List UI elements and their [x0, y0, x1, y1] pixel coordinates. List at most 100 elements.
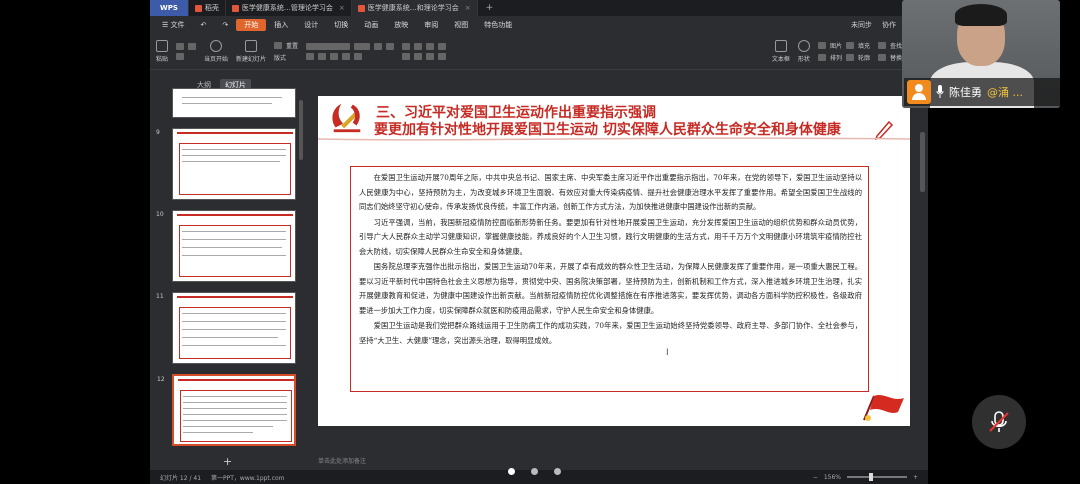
paragraph-group [402, 42, 447, 60]
menu-transition[interactable]: 切换 [326, 20, 356, 30]
picture-button[interactable]: 图片 [830, 41, 842, 50]
menu-features[interactable]: 特色功能 [476, 20, 520, 30]
zoom-slider[interactable] [846, 473, 907, 481]
shape-button[interactable]: 形状 [797, 39, 810, 63]
ribbon-toolbar: 粘贴 当页开始 新建幻灯片 重置 版式 文本框 形状 图片 填充 排列 轮廓 查找 … [150, 33, 928, 70]
align-right-icon[interactable] [426, 52, 435, 60]
notes-placeholder[interactable]: 单击此处添加备注 [318, 456, 366, 465]
tab-wps-home[interactable]: WPS [150, 0, 189, 16]
menu-slideshow[interactable]: 放映 [386, 20, 416, 30]
grow-font-icon[interactable] [374, 42, 383, 50]
new-slide-button[interactable]: 新建幻灯片 [236, 39, 266, 63]
font-size-select[interactable] [354, 42, 371, 50]
muted-microphone-icon [989, 411, 1009, 432]
fill-button[interactable]: 填充 [858, 41, 870, 50]
editing-group: 查找 替换 [877, 41, 902, 62]
close-icon[interactable]: × [465, 4, 471, 12]
zoom-in-icon[interactable]: + [913, 474, 918, 481]
undo-icon[interactable]: ↶ [193, 21, 215, 29]
zoom-slider-thumb[interactable] [869, 473, 874, 481]
menu-insert[interactable]: 插入 [266, 20, 296, 30]
tab-docer[interactable]: 稻壳 [189, 0, 226, 16]
drawing-group: 图片 填充 排列 轮廓 [817, 41, 870, 62]
replace-icon [877, 53, 886, 61]
format-painter-icon[interactable] [176, 52, 185, 60]
sync-status[interactable]: 未同步 [851, 20, 872, 30]
italic-icon[interactable] [318, 52, 327, 60]
slide-scrollbar[interactable] [920, 92, 926, 452]
justify-icon[interactable] [438, 52, 447, 60]
clipboard-group [176, 42, 197, 60]
strikethrough-icon[interactable] [342, 52, 351, 60]
menu-view[interactable]: 视图 [446, 20, 476, 30]
page-dot[interactable] [531, 468, 538, 475]
replace-button[interactable]: 替换 [890, 53, 902, 62]
slide-text-box[interactable]: 在爱国卫生运动开展70周年之际，中共中央总书记、国家主席、中央军委主席习近平作出… [350, 166, 869, 392]
new-tab-plus-icon[interactable]: + [478, 3, 502, 13]
presenter-hair [955, 4, 1007, 26]
paste-icon [156, 39, 168, 52]
page-dot[interactable] [554, 468, 561, 475]
menu-home[interactable]: 开始 [236, 18, 267, 31]
page-dot[interactable] [508, 468, 515, 475]
line-spacing-icon[interactable] [438, 42, 447, 50]
bullets-icon[interactable] [402, 42, 411, 50]
red-flag-decoration-icon [863, 395, 904, 421]
outline-button[interactable]: 轮廓 [858, 53, 870, 62]
indent-icon[interactable] [426, 42, 435, 50]
picture-icon [817, 41, 826, 49]
status-bar: 幻灯片 12 / 41 第一PPT，www.1ppt.com − 156% + [150, 468, 928, 484]
add-slide-plus-icon[interactable]: + [223, 455, 232, 468]
reset-button[interactable]: 重置 [286, 41, 298, 50]
slide-thumbnail[interactable]: 10 [156, 210, 296, 282]
paste-button[interactable]: 粘贴 [156, 39, 168, 63]
menu-file[interactable]: ☰ 文件 [154, 20, 193, 30]
menu-animation[interactable]: 动画 [356, 20, 386, 30]
mute-microphone-button[interactable] [972, 395, 1026, 449]
party-emblem-icon [332, 103, 361, 133]
ppt-file-icon [231, 4, 239, 12]
layout-icon [274, 41, 283, 49]
font-color-icon[interactable] [354, 52, 363, 60]
font-name-select[interactable] [306, 42, 351, 50]
zoom-out-icon[interactable]: − [813, 474, 818, 481]
textbox-button[interactable]: 文本框 [772, 39, 790, 63]
paragraph-2: 习近平强调，当前，我国新冠疫情防控面临新形势新任务。要更加有针对性地开展爱国卫生… [359, 217, 862, 256]
align-left-icon[interactable] [402, 52, 411, 60]
layout-group: 重置 版式 [274, 41, 298, 62]
close-icon[interactable]: × [339, 4, 345, 12]
slide-thumbnail-selected[interactable]: 12 [157, 374, 296, 446]
user-avatar-icon [907, 80, 931, 104]
arrange-button[interactable]: 排列 [830, 53, 842, 62]
underline-icon[interactable] [330, 52, 339, 60]
numbering-icon[interactable] [414, 42, 423, 50]
tab-document-1[interactable]: 医学健康系统…管理论学习会 × [226, 0, 352, 16]
collaborate-button[interactable]: 协作 [882, 20, 896, 30]
cut-icon[interactable] [176, 42, 185, 50]
layout-button[interactable]: 版式 [274, 53, 286, 62]
menu-review[interactable]: 审阅 [416, 20, 446, 30]
theme-name: 第一PPT，www.1ppt.com [211, 474, 285, 482]
shrink-font-icon[interactable] [386, 42, 395, 50]
docer-icon [194, 4, 202, 12]
slide-canvas[interactable]: 三、习近平对爱国卫生运动作出重要指示强调 要更加有针对性地开展爱国卫生运动 切实… [318, 96, 910, 426]
webcam-overlay: 陈佳勇 @涌 ... [902, 0, 1060, 108]
menu-bar: ☰ 文件 ↶ ↷ 开始 插入 设计 切换 动画 放映 审阅 视图 特色功能 未同… [150, 16, 928, 33]
paragraph-1: 在爱国卫生运动开展70周年之际，中共中央总书记、国家主席、中央军委主席习近平作出… [359, 173, 862, 211]
slide-thumbnail[interactable]: 11 [156, 292, 296, 364]
new-slide-icon [245, 39, 258, 52]
slide-thumbnail[interactable] [172, 88, 296, 118]
page-indicator [508, 468, 561, 475]
paragraph-3: 国务院总理李克强作出批示指出，爱国卫生运动70年来，开展了卓有成效的群众性卫生活… [359, 262, 862, 315]
find-button[interactable]: 查找 [890, 41, 902, 50]
ppt-file-icon [357, 4, 365, 12]
tab-document-2[interactable]: 医学健康系统…和理论学习会 × [351, 0, 478, 16]
thumbnail-scrollbar[interactable] [299, 100, 303, 160]
menu-design[interactable]: 设计 [296, 20, 326, 30]
play-from-current-button[interactable]: 当页开始 [204, 39, 228, 63]
redo-icon[interactable]: ↷ [214, 21, 236, 29]
copy-icon[interactable] [188, 42, 197, 50]
slide-thumbnail[interactable]: 9 [156, 128, 296, 200]
bold-icon[interactable] [306, 52, 315, 60]
align-center-icon[interactable] [414, 52, 423, 60]
